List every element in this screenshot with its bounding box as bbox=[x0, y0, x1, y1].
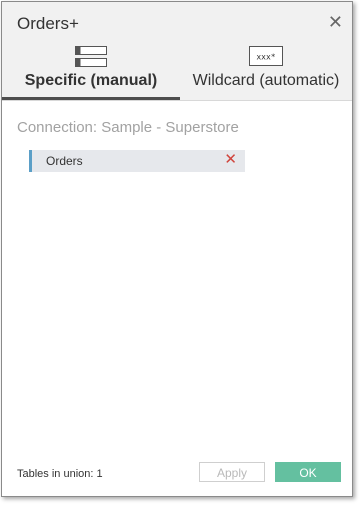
close-icon[interactable]: ✕ bbox=[328, 13, 343, 31]
dialog-header: Orders+ ✕ Specific (manual) xxx* Wildcar… bbox=[2, 2, 352, 101]
connection-label: Connection: Sample - Superstore bbox=[17, 119, 239, 136]
svg-text:xxx*: xxx* bbox=[256, 53, 275, 62]
tab-wildcard-label: Wildcard (automatic) bbox=[192, 72, 340, 89]
ok-button[interactable]: OK bbox=[275, 462, 341, 482]
remove-x-icon[interactable]: ✕ bbox=[224, 152, 237, 168]
tab-specific-manual[interactable]: Specific (manual) bbox=[2, 42, 180, 100]
wildcard-box-icon: xxx* bbox=[249, 46, 283, 71]
dialog-title: Orders+ bbox=[17, 14, 79, 33]
tab-wildcard-automatic[interactable]: xxx* Wildcard (automatic) bbox=[180, 42, 352, 100]
union-table-item[interactable]: Orders ✕ bbox=[29, 150, 245, 172]
union-table-label: Orders bbox=[46, 154, 83, 168]
union-dialog: Orders+ ✕ Specific (manual) xxx* Wildcar… bbox=[1, 1, 353, 497]
stacked-tables-icon bbox=[75, 46, 107, 73]
tab-specific-label: Specific (manual) bbox=[24, 72, 158, 89]
tables-in-union-count: Tables in union: 1 bbox=[17, 468, 103, 480]
apply-button[interactable]: Apply bbox=[199, 462, 265, 482]
